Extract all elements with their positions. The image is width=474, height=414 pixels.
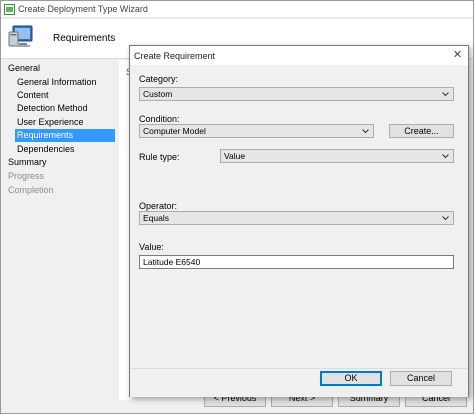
wizard-page-title: Requirements: [53, 33, 116, 44]
chevron-down-icon: [442, 92, 449, 97]
nav-item-summary[interactable]: Summary: [6, 156, 47, 169]
wizard-app-icon: [4, 4, 15, 15]
chevron-down-icon: [442, 154, 449, 159]
create-condition-button[interactable]: Create...: [389, 124, 454, 138]
rule-type-dropdown[interactable]: Value: [220, 149, 454, 163]
value-input[interactable]: Latitude E6540: [139, 255, 454, 269]
create-requirement-dialog: Create Requirement ✕ Category: Custom Co…: [129, 45, 469, 397]
dialog-title: Create Requirement: [134, 51, 216, 61]
category-label: Category:: [139, 74, 179, 84]
nav-item-dependencies[interactable]: Dependencies: [15, 143, 75, 156]
nav-item-general[interactable]: General: [6, 62, 40, 75]
nav-item-progress: Progress: [8, 171, 45, 181]
dialog-titlebar: Create Requirement ✕: [130, 46, 468, 65]
dialog-cancel-button[interactable]: Cancel: [390, 371, 452, 386]
rule-type-label: Rule type:: [139, 152, 180, 162]
category-dropdown[interactable]: Custom: [139, 87, 454, 101]
rule-type-value: Value: [224, 151, 246, 161]
condition-value: Computer Model: [143, 126, 206, 136]
chevron-down-icon: [362, 129, 369, 134]
condition-label: Condition:: [139, 114, 180, 124]
value-label: Value:: [139, 242, 164, 252]
operator-value: Equals: [143, 213, 169, 223]
wizard-titlebar: Create Deployment Type Wizard: [1, 1, 473, 18]
close-icon[interactable]: ✕: [451, 49, 464, 62]
nav-item-user-experience[interactable]: User Experience: [15, 116, 84, 129]
nav-item-general-information[interactable]: General Information: [15, 76, 97, 89]
category-value: Custom: [143, 89, 173, 99]
nav-item-detection-method[interactable]: Detection Method: [15, 102, 88, 115]
condition-dropdown[interactable]: Computer Model: [139, 124, 374, 138]
computer-icon: [8, 25, 33, 47]
nav-item-content[interactable]: Content: [15, 89, 49, 102]
operator-label: Operator:: [139, 201, 178, 211]
chevron-down-icon: [442, 216, 449, 221]
wizard-nav-pane: General General Information Content Dete…: [1, 60, 119, 413]
wizard-title: Create Deployment Type Wizard: [18, 4, 148, 14]
nav-item-requirements[interactable]: Requirements: [15, 129, 115, 142]
ok-button[interactable]: OK: [320, 371, 382, 386]
operator-dropdown[interactable]: Equals: [139, 211, 454, 225]
nav-item-completion: Completion: [8, 185, 54, 195]
